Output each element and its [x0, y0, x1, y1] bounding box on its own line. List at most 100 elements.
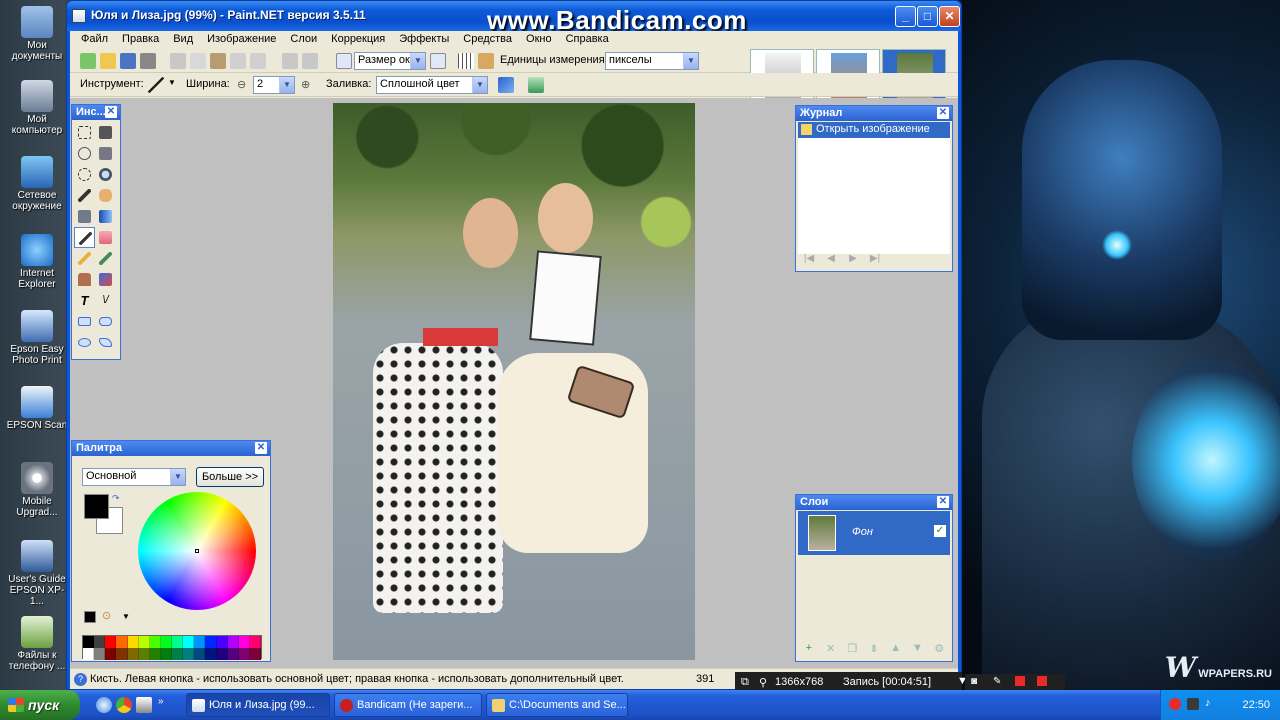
lasso-tool[interactable] — [74, 143, 95, 164]
desktop-icon-users-guide[interactable]: User's Guide EPSON XP-1... — [4, 540, 70, 607]
redo-step-icon[interactable]: ▶ — [844, 253, 862, 267]
menu-help[interactable]: Справка — [559, 31, 616, 49]
chevron-down-icon[interactable]: ▼ — [168, 78, 176, 87]
chevron-down-icon[interactable]: ▼ — [122, 612, 130, 621]
desktop-icon-epson-photo[interactable]: Epson Easy Photo Print — [4, 310, 70, 366]
zoom-select[interactable]: Размер окн ▼ — [354, 52, 426, 70]
menu-effects[interactable]: Эффекты — [392, 31, 456, 49]
menu-image[interactable]: Изображение — [200, 31, 283, 49]
palette-menu-icon[interactable] — [84, 611, 96, 623]
text-tool[interactable]: T — [74, 290, 95, 311]
close-icon[interactable]: ✕ — [105, 106, 117, 118]
rectangle-select-tool[interactable] — [74, 122, 95, 143]
undo-step-icon[interactable]: ◀ — [822, 253, 840, 267]
freeform-shape-tool[interactable] — [95, 332, 116, 353]
record-status-icon[interactable] — [1169, 698, 1181, 710]
desktop-icon-phone-files[interactable]: Файлы к телефону ... — [4, 616, 70, 672]
quicklaunch-app-icon[interactable] — [136, 697, 152, 713]
color-mode-select[interactable]: Основной ▼ — [82, 468, 186, 486]
move-selection-tool[interactable] — [95, 122, 116, 143]
quicklaunch-browser-icon[interactable] — [96, 697, 112, 713]
first-step-icon[interactable]: |◀ — [800, 253, 818, 267]
desktop-icon-my-documents[interactable]: Мои документы — [4, 6, 70, 62]
add-layer-icon[interactable]: + — [800, 642, 818, 658]
layer-row[interactable]: Фон ✓ — [798, 511, 950, 555]
chrome-icon[interactable] — [116, 697, 132, 713]
pencil-icon[interactable]: ✎ — [993, 676, 1001, 687]
crop-icon[interactable] — [230, 53, 246, 69]
blend-mode-icon[interactable] — [528, 77, 544, 93]
copy-icon[interactable] — [190, 53, 206, 69]
menu-layers[interactable]: Слои — [283, 31, 324, 49]
pause-icon[interactable] — [1015, 676, 1025, 686]
last-step-icon[interactable]: ▶| — [866, 253, 884, 267]
zoom-out-icon[interactable] — [336, 53, 352, 69]
quicklaunch-more-icon[interactable]: » — [158, 696, 164, 707]
color-wheel[interactable] — [138, 492, 256, 610]
swap-colors-icon[interactable]: ↷ — [112, 493, 120, 504]
desktop-icon-network[interactable]: Сетевое окружение — [4, 156, 70, 212]
tools-panel-header[interactable]: Инс... ✕ — [72, 105, 120, 120]
close-icon[interactable]: ✕ — [937, 107, 949, 119]
clone-stamp-tool[interactable] — [74, 269, 95, 290]
open-icon[interactable] — [100, 53, 116, 69]
layer-visibility-checkbox[interactable]: ✓ — [934, 525, 946, 537]
color-swatches[interactable] — [82, 635, 262, 660]
undo-icon[interactable] — [282, 53, 298, 69]
history-item[interactable]: Открыть изображение — [798, 122, 950, 138]
paintbrush-tool[interactable] — [74, 227, 95, 248]
paste-icon[interactable] — [210, 53, 226, 69]
image-canvas[interactable] — [333, 103, 695, 660]
close-button[interactable]: ✕ — [939, 6, 960, 27]
layer-properties-icon[interactable]: ⚙ — [930, 642, 948, 658]
duplicate-layer-icon[interactable]: ❐ — [843, 642, 861, 658]
primary-color-swatch[interactable] — [84, 494, 109, 519]
menu-file[interactable]: Файл — [74, 31, 115, 49]
merge-layer-icon[interactable]: ⇟ — [865, 642, 883, 658]
fill-select[interactable]: Сплошной цвет ▼ — [376, 76, 488, 94]
palette-options-icon[interactable]: ⊙ — [102, 609, 111, 622]
menu-adjustments[interactable]: Коррекция — [324, 31, 392, 49]
restore-icon[interactable]: ⧉ — [741, 676, 749, 689]
antialiasing-icon[interactable] — [498, 77, 514, 93]
deselect-icon[interactable] — [250, 53, 266, 69]
decrease-width-icon[interactable]: ⊖ — [237, 78, 246, 91]
print-icon[interactable] — [140, 53, 156, 69]
move-layer-up-icon[interactable]: ▲ — [887, 642, 905, 658]
rounded-rectangle-tool[interactable] — [95, 311, 116, 332]
increase-width-icon[interactable]: ⊕ — [301, 78, 310, 91]
width-select[interactable]: 2 ▼ — [253, 76, 295, 94]
magic-wand-tool[interactable] — [74, 185, 95, 206]
desktop-icon-my-computer[interactable]: Мой компьютер — [4, 80, 70, 136]
save-icon[interactable] — [120, 53, 136, 69]
history-panel-header[interactable]: Журнал ✕ — [796, 106, 952, 121]
line-curve-tool[interactable]: \/ — [95, 290, 116, 311]
palette-panel-header[interactable]: Палитра ✕ — [72, 441, 270, 456]
color-picker-tool[interactable] — [95, 248, 116, 269]
close-icon[interactable]: ✕ — [937, 496, 949, 508]
taskbar-item-bandicam[interactable]: Bandicam (Не зареги... — [334, 693, 482, 717]
start-button[interactable]: пуск — [0, 690, 80, 720]
menu-window[interactable]: Окно — [519, 31, 559, 49]
camera-icon[interactable]: ◙ — [971, 676, 977, 687]
grid-icon[interactable] — [458, 53, 474, 69]
taskbar-item-paintnet[interactable]: Юля и Лиза.jpg (99... — [186, 693, 330, 717]
recolor-tool[interactable] — [95, 269, 116, 290]
stop-icon[interactable] — [1037, 676, 1047, 686]
desktop-icon-ie[interactable]: Internet Explorer — [4, 234, 70, 290]
volume-icon[interactable]: ♪ — [1205, 697, 1211, 709]
menu-view[interactable]: Вид — [166, 31, 200, 49]
menu-utilities[interactable]: Средства — [456, 31, 519, 49]
eraser-tool[interactable] — [95, 227, 116, 248]
desktop-icon-mobile-upgrade[interactable]: Mobile Upgrad... — [4, 462, 70, 518]
gradient-tool[interactable] — [95, 206, 116, 227]
new-icon[interactable] — [80, 53, 96, 69]
redo-icon[interactable] — [302, 53, 318, 69]
menu-edit[interactable]: Правка — [115, 31, 166, 49]
delete-layer-icon[interactable]: ✕ — [822, 642, 840, 658]
minimize-button[interactable]: _ — [895, 6, 916, 27]
rectangle-tool[interactable] — [74, 311, 95, 332]
brush-icon[interactable] — [148, 77, 164, 93]
title-bar[interactable]: Юля и Лиза.jpg (99%) - Paint.NET версия … — [67, 1, 961, 35]
units-select[interactable]: пикселы ▼ — [605, 52, 699, 70]
